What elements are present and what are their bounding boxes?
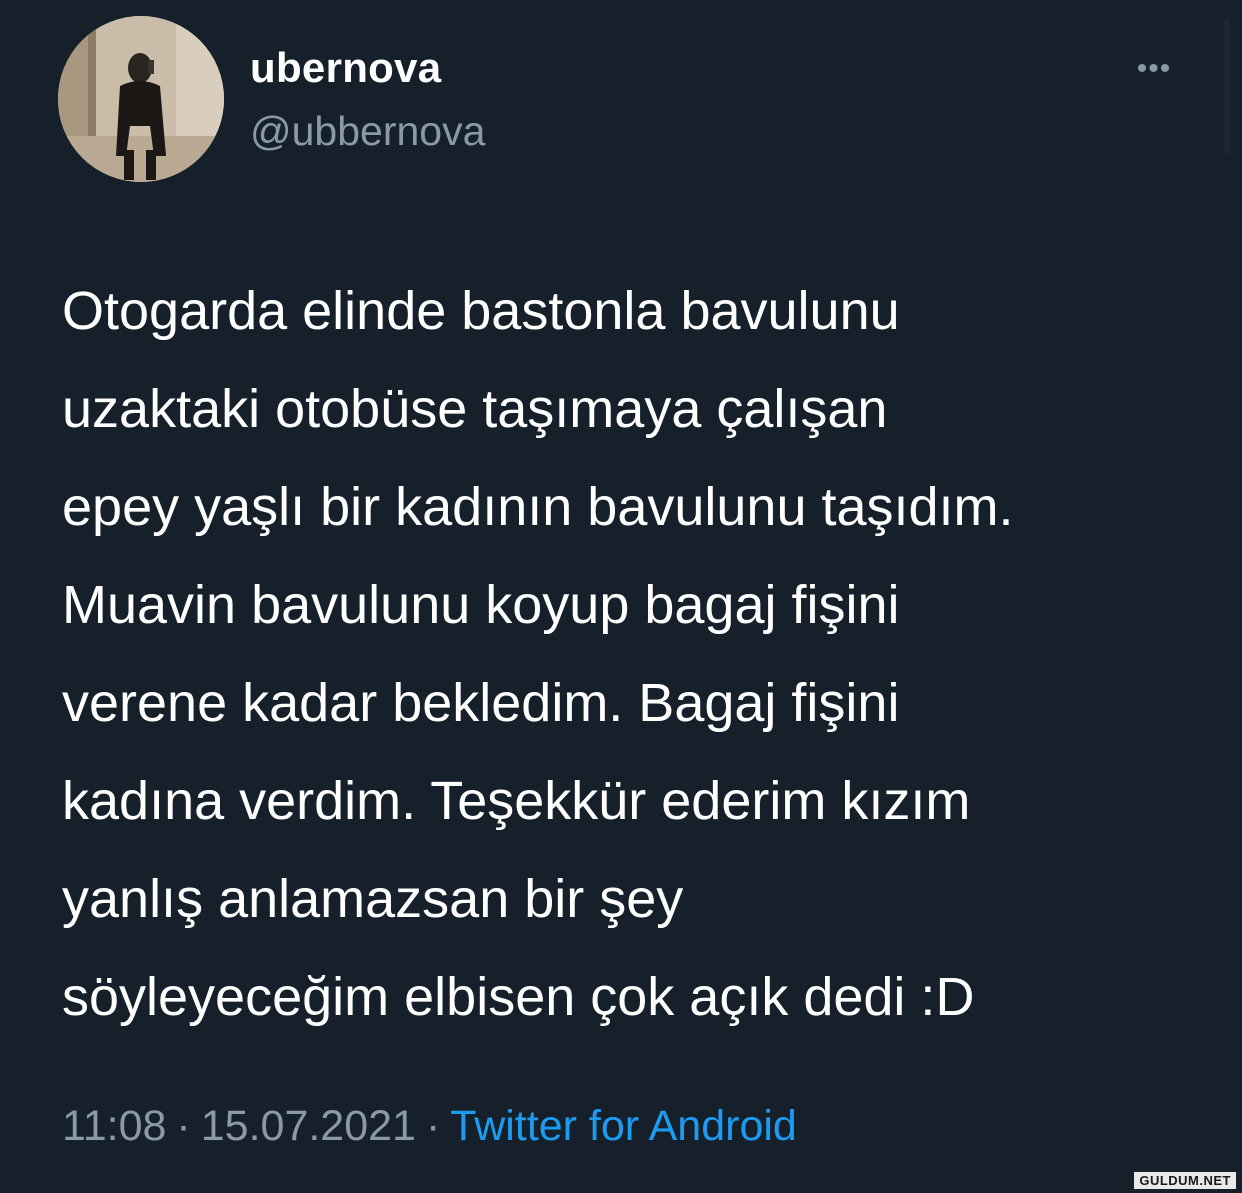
tweet-date[interactable]: 15.07.2021 (201, 1102, 416, 1150)
more-options-button[interactable]: ••• (1124, 52, 1184, 86)
tweet-time[interactable]: 11:08 (62, 1102, 166, 1150)
meta-separator: · (425, 1102, 441, 1150)
avatar-photo-icon (58, 16, 224, 182)
display-name[interactable]: ubernova (250, 44, 441, 92)
tweet-source-link[interactable]: Twitter for Android (450, 1102, 797, 1150)
tweet-card: ubernova @ubbernova ••• Otogarda elinde … (0, 0, 1242, 1193)
watermark: GULDUM.NET (1134, 1172, 1236, 1189)
meta-separator: · (176, 1102, 191, 1150)
tweet-text: Otogarda elinde bastonla bavulunu uzakta… (62, 281, 1014, 1027)
tweet-meta: 11:08 · 15.07.2021 · Twitter for Android (62, 1102, 797, 1151)
more-horizontal-icon: ••• (1136, 52, 1172, 85)
avatar[interactable] (58, 16, 224, 182)
scrollbar[interactable] (1224, 20, 1230, 154)
user-handle[interactable]: @ubbernova (250, 108, 485, 155)
